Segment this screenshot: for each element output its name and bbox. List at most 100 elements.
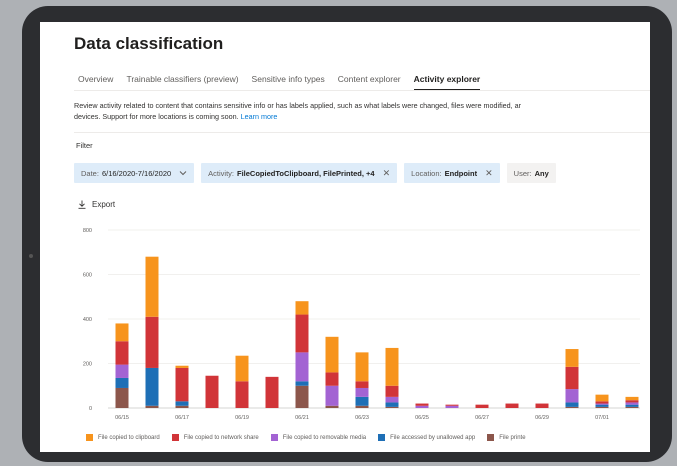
tab-trainable-classifiers[interactable]: Trainable classifiers (preview) (126, 74, 238, 91)
bar-segment (355, 405, 369, 408)
bar-segment (265, 376, 279, 408)
tab-overview[interactable]: Overview (78, 74, 113, 91)
bar-segment (595, 403, 609, 405)
filter-user-key: User: (513, 168, 532, 178)
bar-segment (505, 403, 519, 408)
bar-segment (355, 352, 369, 382)
x-tick-label: 06/21 (295, 415, 309, 421)
filter-location-value: Endpoint (444, 168, 478, 178)
tab-sensitive-info-types[interactable]: Sensitive info types (252, 74, 325, 91)
bar-segment (235, 381, 249, 408)
bar-segment (565, 366, 579, 390)
tablet-camera (29, 254, 33, 258)
bar-segment (115, 341, 129, 365)
close-icon[interactable]: ✕ (383, 168, 391, 179)
legend-item[interactable]: File accessed by unallowed app (378, 434, 475, 441)
bar-segment (115, 323, 129, 342)
bar-segment (535, 403, 549, 408)
y-tick-label: 0 (89, 406, 92, 412)
bar-segment (295, 381, 309, 386)
bar-segment (355, 387, 369, 397)
bar-segment (145, 256, 159, 317)
legend-swatch (487, 434, 495, 441)
legend-swatch (378, 434, 386, 441)
bar-segment (145, 405, 159, 408)
page-title: Data classification (74, 34, 224, 53)
x-tick-label: 07/01 (595, 415, 609, 421)
bar-segment (295, 385, 309, 408)
description-line-1: Review activity related to content that … (74, 101, 522, 110)
filter-chip-location[interactable]: Location: Endpoint ✕ (404, 163, 500, 183)
filter-chip-user[interactable]: User: Any (506, 163, 556, 183)
tabs-divider (74, 90, 650, 91)
description-line-2: devices. Support for more locations is c… (74, 112, 239, 121)
legend-swatch (171, 434, 179, 441)
bar-segment (595, 404, 609, 407)
filter-chip-activity[interactable]: Activity: FileCopiedToClipboard, FilePri… (201, 163, 398, 183)
x-tick-label: 06/23 (355, 415, 369, 421)
bar-segment (415, 405, 429, 408)
legend-item[interactable]: File printe (487, 434, 526, 441)
filter-chip-date[interactable]: Date: 6/16/2020-7/16/2020 (74, 163, 195, 183)
chevron-down-icon[interactable] (179, 168, 187, 178)
legend-label: File copied to clipboard (98, 434, 160, 441)
bar-segment (295, 314, 309, 353)
bar-segment (385, 347, 399, 386)
bar-segment (115, 387, 129, 408)
legend-label: File printe (499, 434, 526, 441)
legend-item[interactable]: File copied to clipboard (86, 434, 160, 441)
bar-segment (385, 402, 399, 407)
bar-segment (145, 367, 159, 406)
x-tick-label: 06/19 (235, 415, 249, 421)
export-label: Export (92, 200, 116, 209)
bar-segment (595, 401, 609, 404)
legend-swatch (86, 434, 93, 441)
export-button[interactable]: Export (78, 200, 115, 209)
bar-segment (115, 364, 129, 378)
legend-swatch (270, 434, 278, 441)
bar-segment (355, 381, 369, 388)
bar-segment (175, 367, 189, 402)
legend-label: File accessed by unallowed app (390, 434, 476, 441)
filter-activity-value: FileCopiedToClipboard, FilePrinted, +4 (237, 168, 375, 178)
legend-label: File copied to removable media (282, 434, 367, 441)
filter-location-key: Location: (411, 168, 442, 178)
download-icon (78, 200, 86, 209)
bar-segment (385, 385, 399, 397)
bar-segment (595, 406, 609, 408)
x-tick-label: 06/17 (175, 415, 189, 421)
bar-segment (115, 377, 129, 388)
section-divider (74, 132, 650, 133)
close-icon[interactable]: ✕ (485, 168, 493, 179)
bar-segment (475, 404, 489, 408)
page-description: Review activity related to content that … (74, 100, 650, 122)
bar-segment (385, 396, 399, 403)
bar-segment (625, 402, 639, 405)
bar-segment (625, 400, 639, 403)
bar-segment (295, 301, 309, 315)
bar-segment (145, 316, 159, 368)
bar-segment (625, 404, 639, 407)
bar-segment (295, 352, 309, 382)
filter-activity-key: Activity: (208, 168, 235, 178)
legend-item[interactable]: File copied to removable media (270, 434, 367, 441)
bar-segment (595, 394, 609, 402)
filter-date-key: Date: (81, 168, 99, 178)
bar-segment (385, 406, 399, 408)
app-screen: Data classification Overview Trainable c… (40, 22, 650, 452)
y-tick-label: 600 (83, 273, 92, 279)
tab-activity-explorer[interactable]: Activity explorer (413, 74, 481, 91)
filter-label: Filter (76, 141, 93, 150)
bar-segment (565, 406, 579, 408)
filter-row: Date: 6/16/2020-7/16/2020 Activity: File… (74, 163, 556, 183)
bar-segment (445, 404, 459, 406)
bar-segment (565, 389, 579, 403)
legend-label: File copied to network share (183, 434, 259, 441)
learn-more-link[interactable]: Learn more (241, 112, 278, 121)
x-tick-label: 06/25 (415, 415, 429, 421)
x-tick-label: 06/29 (535, 415, 549, 421)
tab-content-explorer[interactable]: Content explorer (338, 74, 401, 91)
bar-segment (325, 405, 339, 408)
x-tick-label: 06/15 (115, 415, 129, 421)
legend-item[interactable]: File copied to network share (171, 434, 259, 441)
